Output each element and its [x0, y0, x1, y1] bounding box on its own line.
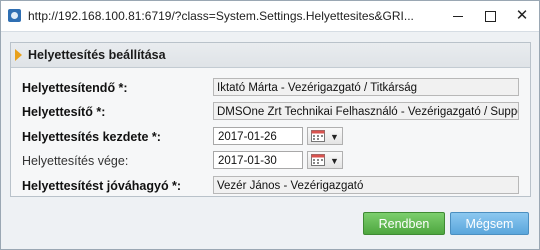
vege-label: Helyettesítés vége:: [22, 154, 129, 168]
browser-app-icon: [8, 9, 21, 22]
ok-button[interactable]: Rendben: [363, 212, 445, 235]
minimize-button[interactable]: [445, 5, 471, 27]
jovahagyo-label: Helyettesítést jóváhagyó *:: [22, 179, 182, 193]
title-bar: http://192.168.100.81:6719/?class=System…: [1, 1, 539, 32]
panel-title: Helyettesítés beállítása: [28, 48, 166, 62]
jovahagyo-field[interactable]: Vezér János - Vezérigazgató: [213, 176, 519, 194]
maximize-icon: [484, 10, 496, 22]
dialog-window: http://192.168.100.81:6719/?class=System…: [0, 0, 540, 250]
helyettesito-field[interactable]: DMSOne Zrt Technikai Felhasználó - Vezér…: [213, 102, 519, 120]
cancel-button[interactable]: Mégsem: [450, 212, 529, 235]
vege-date-input[interactable]: 2017-01-30: [213, 151, 303, 169]
close-button[interactable]: ✕: [509, 5, 535, 27]
kezdete-date-input[interactable]: 2017-01-26: [213, 127, 303, 145]
helyettesito-label: Helyettesítő *:: [22, 105, 106, 119]
calendar-icon: [311, 130, 325, 142]
window-url: http://192.168.100.81:6719/?class=System…: [28, 9, 414, 23]
minimize-icon: [453, 15, 463, 17]
vege-calendar-button[interactable]: ▼: [307, 151, 343, 169]
arrow-right-icon: [15, 49, 22, 61]
helyettesitendo-label: Helyettesítendő *:: [22, 81, 128, 95]
close-icon: ✕: [515, 7, 529, 24]
helyettesitendo-field[interactable]: Iktató Márta - Vezérigazgató / Titkárság: [213, 78, 519, 96]
maximize-button[interactable]: [477, 5, 503, 27]
chevron-down-icon: ▼: [330, 132, 339, 142]
calendar-icon: [311, 154, 325, 166]
panel-header: Helyettesítés beállítása: [11, 43, 530, 68]
kezdete-label: Helyettesítés kezdete *:: [22, 130, 161, 144]
kezdete-calendar-button[interactable]: ▼: [307, 127, 343, 145]
chevron-down-icon: ▼: [330, 156, 339, 166]
